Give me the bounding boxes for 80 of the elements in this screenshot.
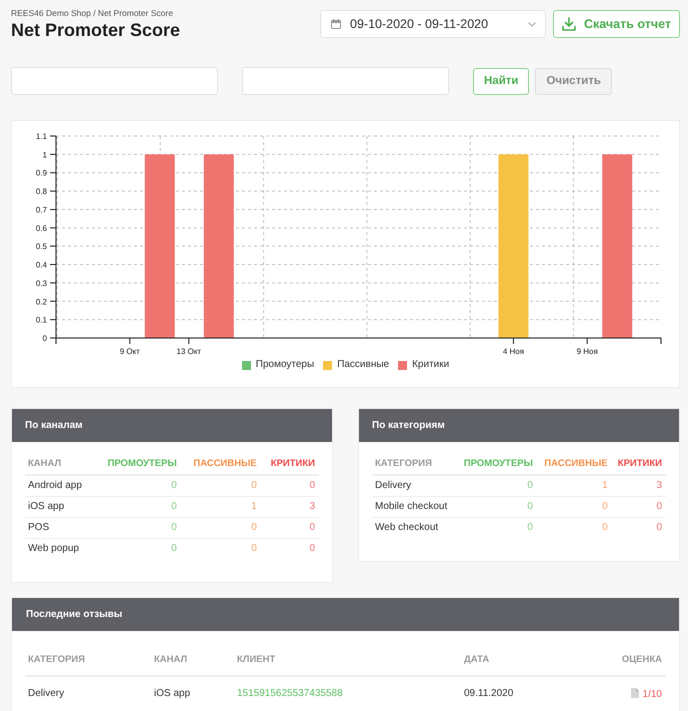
axis-tick-label: 1 (42, 150, 47, 160)
table-cell: POS (25, 517, 94, 538)
rating-value: 1/10 (642, 688, 662, 700)
axis-tick-label: 13 Окт (176, 347, 202, 356)
table-cell: 1 (536, 475, 612, 496)
legend-label: Пассивные (337, 359, 390, 371)
column-header: ДАТА (461, 644, 573, 676)
document-icon (630, 688, 639, 698)
panel-header: Последние отзывы (12, 598, 679, 631)
table-cell: 0 (612, 517, 666, 538)
download-report-button[interactable]: Скачать отчет (553, 10, 680, 38)
axis-tick-label: 0.5 (36, 242, 47, 252)
client-link[interactable]: 1515915625537435588 (237, 688, 343, 700)
axis-tick-label: 4 Ноя (502, 347, 524, 356)
table-cell: 0 (180, 538, 261, 559)
search-button[interactable]: Найти (473, 68, 530, 94)
chevron-down-icon (528, 22, 536, 26)
panel-header: По категориям (359, 409, 679, 442)
column-header: ПРОМОУТЕРЫ (94, 453, 181, 475)
column-header: КАНАЛ (25, 453, 94, 475)
table-cell: Delivery (25, 676, 151, 711)
table-cell: Web popup (25, 538, 94, 559)
axis-tick-label: 0.3 (36, 278, 47, 288)
table-cell: 0 (180, 517, 261, 538)
download-icon (562, 17, 576, 31)
axis-tick-label: 0.6 (36, 224, 47, 233)
axis-tick-label: 9 Окт (120, 347, 140, 356)
table-cell: 0 (94, 538, 181, 559)
table-cell: 0 (180, 475, 261, 496)
column-header: КРИТИКИ (612, 453, 666, 475)
legend-label: Критики (412, 359, 450, 371)
column-header: ПАССИВНЫЕ (536, 453, 612, 475)
table-cell: 0 (612, 496, 666, 517)
table-cell: 0 (94, 475, 181, 496)
column-header: КРИТИКИ (260, 453, 319, 475)
table-cell: 0 (94, 496, 181, 517)
axis-tick-label: 0.9 (36, 168, 47, 178)
axis-tick-label: 0 (42, 334, 47, 343)
table-cell: 0 (260, 538, 319, 559)
panel-header: По каналам (12, 409, 332, 442)
table-cell: 0 (260, 517, 319, 538)
table-cell: 0 (260, 475, 319, 496)
table-cell: 3 (612, 475, 666, 496)
table-cell: iOS app (25, 496, 94, 517)
calendar-icon (331, 19, 341, 29)
column-header: КАТЕГОРИЯ (25, 644, 151, 676)
table-cell: Android app (25, 475, 94, 496)
table-cell: 0 (456, 517, 537, 538)
table-cell: 0 (456, 475, 537, 496)
column-header: ОЦЕНКА (572, 644, 666, 676)
breadcrumb: REES46 Demo Shop / Net Promoter Score (11, 9, 174, 18)
table-cell: 0 (456, 496, 537, 517)
axis-tick-label: 0.4 (36, 260, 47, 270)
table-cell: 1 (180, 496, 261, 517)
column-header: ПРОМОУТЕРЫ (456, 453, 537, 475)
column-header: КЛИЕНТ (234, 644, 461, 676)
table-cell: 0 (94, 517, 181, 538)
axis-tick-label: 9 Ноя (576, 347, 598, 356)
legend-label: Промоутеры (256, 359, 314, 371)
table-cell: iOS app (151, 676, 234, 711)
table-cell: 3 (260, 496, 319, 517)
table-cell: Web checkout (372, 517, 456, 538)
table-cell: Mobile checkout (372, 496, 456, 517)
table-cell: 09.11.2020 (461, 676, 573, 711)
table-cell: Delivery (372, 475, 456, 496)
page-title: Net Promoter Score (11, 19, 180, 41)
filter-input-field[interactable] (242, 67, 449, 95)
axis-tick-label: 0.1 (36, 316, 47, 325)
column-header: КАТЕГОРИЯ (372, 453, 456, 475)
date-range-picker[interactable]: 09-10-2020 - 09-11-2020 (320, 10, 546, 38)
column-header: ПАССИВНЫЕ (180, 453, 261, 475)
column-header: КАНАЛ (151, 644, 234, 676)
clear-button[interactable]: Очистить (535, 68, 612, 94)
axis-tick-label: 0.8 (36, 187, 47, 196)
axis-tick-label: 1.1 (36, 132, 47, 141)
filter-input-field[interactable] (11, 67, 218, 95)
axis-tick-label: 0.7 (36, 205, 47, 214)
table-cell: 0 (536, 496, 612, 517)
axis-tick-label: 0.2 (36, 297, 47, 306)
table-cell: 0 (536, 517, 612, 538)
